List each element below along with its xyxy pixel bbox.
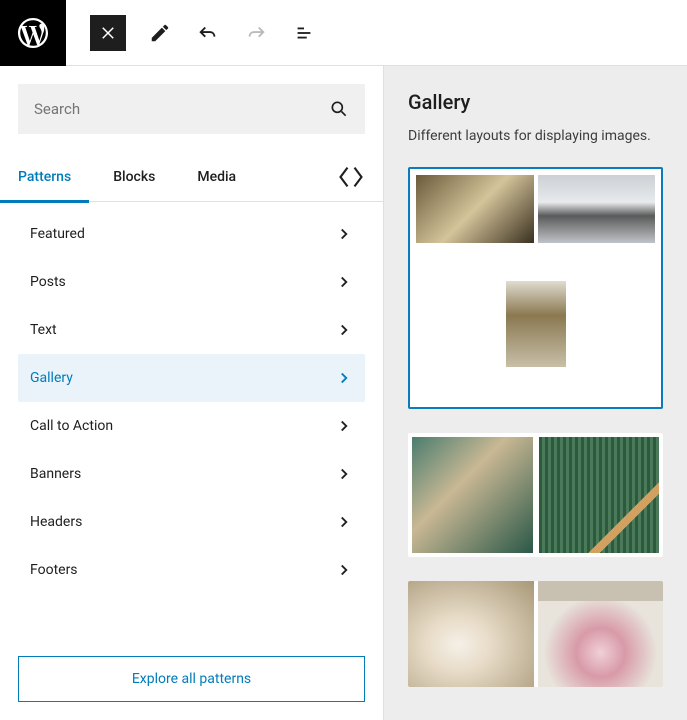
category-label: Banners — [30, 466, 81, 482]
pattern-categories: Featured Posts Text Gallery Call to Acti… — [0, 202, 383, 638]
category-label: Headers — [30, 514, 82, 530]
pattern-preview-panel: Gallery Different layouts for displaying… — [384, 66, 687, 720]
close-button[interactable] — [90, 15, 126, 51]
pattern-explorer-button[interactable] — [337, 163, 365, 191]
top-toolbar — [0, 0, 687, 66]
category-label: Gallery — [30, 370, 73, 386]
preview-title: Gallery — [408, 90, 663, 114]
wordpress-logo[interactable] — [0, 0, 66, 66]
category-label: Featured — [30, 226, 85, 242]
chevron-right-icon — [335, 321, 353, 339]
category-footers[interactable]: Footers — [0, 546, 383, 594]
chevron-right-icon — [335, 465, 353, 483]
category-posts[interactable]: Posts — [0, 258, 383, 306]
category-label: Footers — [30, 562, 78, 578]
category-label: Text — [30, 322, 57, 338]
outline-icon — [293, 22, 315, 44]
category-banners[interactable]: Banners — [0, 450, 383, 498]
pattern-thumbnail — [410, 169, 661, 407]
search-input[interactable] — [34, 100, 329, 118]
tab-blocks[interactable]: Blocks — [113, 152, 155, 202]
main-area: Patterns Blocks Media Featured Posts Tex… — [0, 66, 687, 720]
tab-patterns[interactable]: Patterns — [18, 152, 71, 202]
chevron-right-icon — [335, 225, 353, 243]
diamond-icon — [337, 163, 365, 191]
category-featured[interactable]: Featured — [0, 210, 383, 258]
category-text[interactable]: Text — [0, 306, 383, 354]
preview-description: Different layouts for displaying images. — [408, 126, 663, 147]
chevron-right-icon — [335, 273, 353, 291]
search-box[interactable] — [18, 84, 365, 134]
tab-media[interactable]: Media — [197, 152, 236, 202]
edit-button[interactable] — [146, 19, 174, 47]
chevron-right-icon — [335, 561, 353, 579]
explore-container: Explore all patterns — [0, 638, 383, 720]
category-call-to-action[interactable]: Call to Action — [0, 402, 383, 450]
chevron-right-icon — [335, 417, 353, 435]
pattern-thumbnail — [408, 433, 663, 557]
explore-all-patterns-button[interactable]: Explore all patterns — [18, 656, 365, 702]
wordpress-icon — [15, 15, 51, 51]
pencil-icon — [149, 22, 171, 44]
undo-icon — [197, 22, 219, 44]
pattern-thumbnail — [408, 581, 663, 687]
redo-button — [242, 19, 270, 47]
pattern-card[interactable] — [408, 167, 663, 409]
close-icon — [99, 24, 117, 42]
category-label: Posts — [30, 274, 66, 290]
inserter-sidebar: Patterns Blocks Media Featured Posts Tex… — [0, 66, 384, 720]
outline-button[interactable] — [290, 19, 318, 47]
category-label: Call to Action — [30, 418, 113, 434]
search-icon — [329, 99, 349, 119]
toolbar-controls — [66, 15, 318, 51]
chevron-right-icon — [335, 513, 353, 531]
pattern-card[interactable] — [408, 581, 663, 687]
search-container — [0, 66, 383, 152]
pattern-card[interactable] — [408, 433, 663, 557]
category-gallery[interactable]: Gallery — [18, 354, 365, 402]
redo-icon — [245, 22, 267, 44]
inserter-tabs: Patterns Blocks Media — [0, 152, 383, 202]
undo-button[interactable] — [194, 19, 222, 47]
category-headers[interactable]: Headers — [0, 498, 383, 546]
chevron-right-icon — [335, 369, 353, 387]
